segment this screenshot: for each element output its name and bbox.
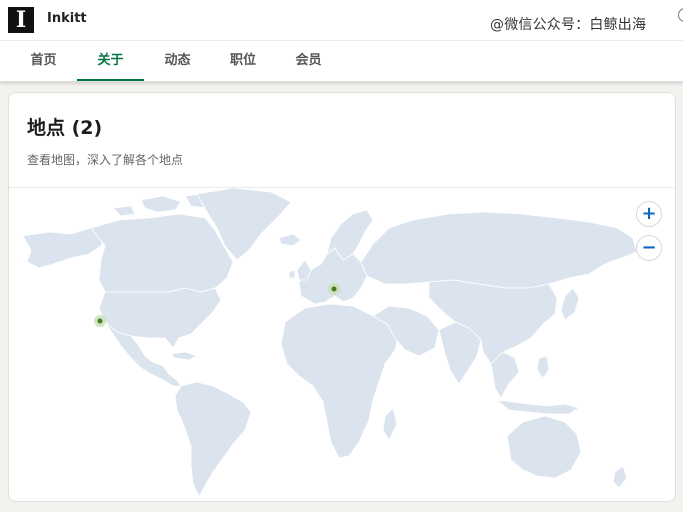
- tab-people[interactable]: 会员: [275, 41, 342, 81]
- company-name[interactable]: Inkitt: [47, 11, 87, 26]
- map-marker-west-coast-usa-dot: [97, 318, 103, 324]
- land-japan: [560, 287, 580, 321]
- company-logo[interactable]: I: [8, 7, 34, 33]
- land-iceland: [278, 233, 302, 247]
- top-bar: I Inkitt @微信公众号：白鲸出海 首页 关于 动态 职位 会员: [0, 0, 683, 82]
- land-russia: [360, 211, 638, 289]
- zoom-out-button[interactable]: −: [636, 235, 662, 261]
- land-alaska: [22, 227, 106, 269]
- tab-jobs[interactable]: 职位: [211, 41, 275, 81]
- zoom-in-button[interactable]: +: [636, 201, 662, 227]
- world-map[interactable]: [9, 188, 676, 502]
- locations-title: 地点 (2): [27, 117, 103, 139]
- locations-card: 地点 (2) 查看地图，深入了解各个地点 + −: [8, 92, 676, 502]
- tab-home[interactable]: 首页: [10, 41, 77, 81]
- active-tab-indicator: [77, 79, 144, 81]
- land-indonesia: [496, 399, 580, 415]
- land-africa: [280, 303, 400, 459]
- tab-about[interactable]: 关于: [77, 41, 144, 81]
- land-philippines: [536, 355, 550, 379]
- land-uk: [288, 259, 312, 281]
- map-marker-central-europe-dot: [331, 286, 337, 292]
- watermark-text: @微信公众号：白鲸出海: [490, 17, 647, 33]
- land-new-zealand: [612, 465, 628, 489]
- overflow-icon[interactable]: [678, 8, 683, 22]
- land-south-america: [174, 381, 252, 497]
- land-madagascar: [382, 407, 398, 441]
- land-cuba: [170, 351, 198, 361]
- locations-subtitle: 查看地图，深入了解各个地点: [27, 153, 184, 167]
- land-europe: [298, 247, 368, 305]
- tab-posts[interactable]: 动态: [144, 41, 211, 81]
- land-canada: [90, 213, 234, 293]
- land-australia: [506, 415, 582, 479]
